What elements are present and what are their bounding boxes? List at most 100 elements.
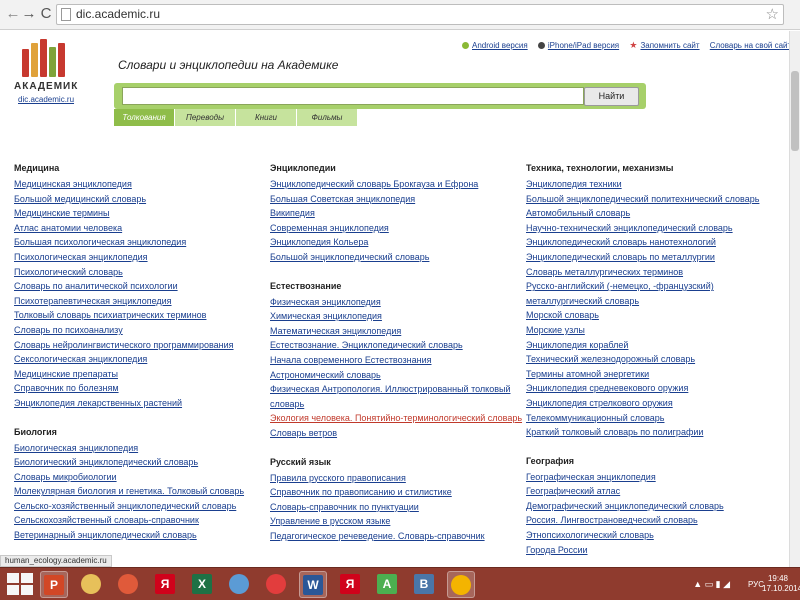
dictionary-link[interactable]: Энциклопедия кораблей <box>526 338 776 353</box>
dictionary-link[interactable]: Химическая энциклопедия <box>270 309 520 324</box>
dictionary-link[interactable]: Морские узлы <box>526 323 776 338</box>
scrollbar[interactable] <box>789 31 800 567</box>
dictionary-link[interactable]: Ветеринарный энциклопедический словарь <box>14 528 264 543</box>
word-icon[interactable]: W <box>299 571 327 598</box>
dictionary-link[interactable]: Энциклопедия средневекового оружия <box>526 381 776 396</box>
tray-icons[interactable]: ▲ ▭ ▮ ◢ <box>693 579 730 590</box>
dictionary-link[interactable]: Медицинские препараты <box>14 367 264 382</box>
star-icon[interactable]: ☆ <box>766 5 779 23</box>
dictionary-link[interactable]: Современная энциклопедия <box>270 221 520 236</box>
dictionary-link[interactable]: Астрономический словарь <box>270 368 520 383</box>
dictionary-link[interactable]: Толковый словарь психиатрических термино… <box>14 308 264 323</box>
dictionary-link[interactable]: Биологическая энциклопедия <box>14 441 264 456</box>
clock[interactable]: 19:48 17.10.2014 <box>762 574 800 594</box>
vk-icon[interactable]: B <box>410 571 438 598</box>
dictionary-link[interactable]: Русско-английский (-немецко, -французски… <box>526 279 776 294</box>
dictionary-link[interactable]: Начала современного Естествознания <box>270 353 520 368</box>
dictionary-link[interactable]: Энциклопедический словарь по металлургии <box>526 250 776 265</box>
dictionary-link[interactable]: Энциклопедический словарь нанотехнологий <box>526 235 776 250</box>
dictionary-link[interactable]: Сельскохозяйственный словарь-справочник <box>14 513 264 528</box>
dictionary-link[interactable]: Психологическая энциклопедия <box>14 250 264 265</box>
dictionary-link[interactable]: Морской словарь <box>526 308 776 323</box>
forward-arrow-icon[interactable]: → <box>20 5 38 23</box>
tab-films[interactable]: Фильмы <box>297 109 357 126</box>
dictionary-link[interactable]: Википедия <box>270 206 520 221</box>
dictionary-link[interactable]: Педагогическое речеведение. Словарь-спра… <box>270 529 520 544</box>
excel-icon[interactable]: X <box>188 571 216 598</box>
bookmark-site-link[interactable]: ★ Запомнить сайт <box>629 40 699 50</box>
scrollbar-thumb[interactable] <box>791 71 799 151</box>
dictionary-link[interactable]: Словарь-справочник по пунктуации <box>270 500 520 515</box>
dictionary-link[interactable]: Сельско-хозяйственный энциклопедический … <box>14 499 264 514</box>
dictionary-link[interactable]: словарь <box>270 397 520 412</box>
logo-url[interactable]: dic.academic.ru <box>18 95 74 104</box>
media-player-icon[interactable] <box>225 571 253 598</box>
dictionary-link[interactable]: Энциклопедия лекарственных растений <box>14 396 264 411</box>
iphone-link[interactable]: iPhone/iPad версия <box>537 41 619 50</box>
dictionary-link[interactable]: Словарь металлургических терминов <box>526 265 776 280</box>
dictionary-link[interactable]: Психологический словарь <box>14 265 264 280</box>
dictionary-link[interactable]: Естествознание. Энциклопедический словар… <box>270 338 520 353</box>
paint-icon[interactable] <box>114 571 142 598</box>
dictionary-link[interactable]: Научно-технический энциклопедический сло… <box>526 221 776 236</box>
dictionary-link[interactable]: Энциклопедия Кольера <box>270 235 520 250</box>
dictionary-link[interactable]: Справочник по правописанию и стилистике <box>270 485 520 500</box>
reload-icon[interactable]: C <box>37 5 55 23</box>
dictionary-link[interactable]: Словарь нейролингвистического программир… <box>14 338 264 353</box>
tab-books[interactable]: Книги <box>236 109 296 126</box>
dictionary-link[interactable]: Технический железнодорожный словарь <box>526 352 776 367</box>
dictionary-link[interactable]: Правила русского правописания <box>270 471 520 486</box>
windows-start-icon[interactable] <box>4 570 36 598</box>
dictionary-link[interactable]: Медицинская энциклопедия <box>14 177 264 192</box>
chrome-icon[interactable] <box>447 571 475 598</box>
dictionary-link[interactable]: Словарь ветров <box>270 426 520 441</box>
dictionary-link[interactable]: Физическая Антропология. Иллюстрированны… <box>270 382 520 397</box>
url-text[interactable]: dic.academic.ru <box>76 7 160 21</box>
dictionary-link[interactable]: Сексологическая энциклопедия <box>14 352 264 367</box>
dictionary-link[interactable]: Большая Советская энциклопедия <box>270 192 520 207</box>
dictionary-link[interactable]: Большая психологическая энциклопедия <box>14 235 264 250</box>
dictionary-link[interactable]: Молекулярная биология и генетика. Толков… <box>14 484 264 499</box>
dictionary-link[interactable]: Энциклопедия техники <box>526 177 776 192</box>
agent-icon[interactable]: A <box>373 571 401 598</box>
yandex-browser-icon[interactable]: Я <box>151 571 179 598</box>
powerpoint-icon[interactable]: P <box>40 571 68 598</box>
dictionary-link[interactable]: Управление в русском языке <box>270 514 520 529</box>
dictionary-link[interactable]: Экология человека. Понятийно-терминологи… <box>270 411 522 426</box>
tab-translations[interactable]: Переводы <box>175 109 235 126</box>
dictionary-link[interactable]: Справочник по болезням <box>14 381 264 396</box>
dictionary-link[interactable]: Медицинские термины <box>14 206 264 221</box>
dictionary-link[interactable]: Города России <box>526 543 776 558</box>
dictionary-link[interactable]: Автомобильный словарь <box>526 206 776 221</box>
search-input[interactable] <box>122 87 584 105</box>
dictionary-link[interactable]: Энциклопедия стрелкового оружия <box>526 396 776 411</box>
dictionary-link[interactable]: металлургический словарь <box>526 294 776 309</box>
dictionary-link[interactable]: Россия. Лингвострановедческий словарь <box>526 513 776 528</box>
tab-interpretations[interactable]: Толкования <box>114 109 174 126</box>
dictionary-link[interactable]: Термины атомной энергетики <box>526 367 776 382</box>
yandex-icon[interactable]: Я <box>336 571 364 598</box>
search-button[interactable]: Найти <box>584 87 639 106</box>
dictionary-link[interactable]: Географический атлас <box>526 484 776 499</box>
opera-icon[interactable] <box>262 571 290 598</box>
dictionary-link[interactable]: Географическая энциклопедия <box>526 470 776 485</box>
own-site-link[interactable]: Словарь на свой сайт <box>710 41 789 50</box>
dictionary-link[interactable]: Энциклопедический словарь Брокгауза и Еф… <box>270 177 520 192</box>
dictionary-link[interactable]: Большой энциклопедический словарь <box>270 250 520 265</box>
dictionary-link[interactable]: Математическая энциклопедия <box>270 324 520 339</box>
dictionary-link[interactable]: Демографический энциклопедический словар… <box>526 499 776 514</box>
dictionary-link[interactable]: Словарь по аналитической психологии <box>14 279 264 294</box>
logo[interactable]: АКАДЕМИК dic.academic.ru <box>14 39 77 104</box>
android-link[interactable]: Android версия <box>462 41 528 50</box>
dictionary-link[interactable]: Словарь микробиологии <box>14 470 264 485</box>
address-bar[interactable]: dic.academic.ru ☆ <box>56 4 784 25</box>
dictionary-link[interactable]: Большой энциклопедический политехнически… <box>526 192 776 207</box>
dictionary-link[interactable]: Физическая энциклопедия <box>270 295 520 310</box>
file-explorer-icon[interactable] <box>77 571 105 598</box>
dictionary-link[interactable]: Телекоммуникационный словарь <box>526 411 776 426</box>
dictionary-link[interactable]: Биологический энциклопедический словарь <box>14 455 264 470</box>
dictionary-link[interactable]: Большой медицинский словарь <box>14 192 264 207</box>
dictionary-link[interactable]: Краткий толковый словарь по полиграфии <box>526 425 776 440</box>
dictionary-link[interactable]: Психотерапевтическая энциклопедия <box>14 294 264 309</box>
dictionary-link[interactable]: Атлас анатомии человека <box>14 221 264 236</box>
